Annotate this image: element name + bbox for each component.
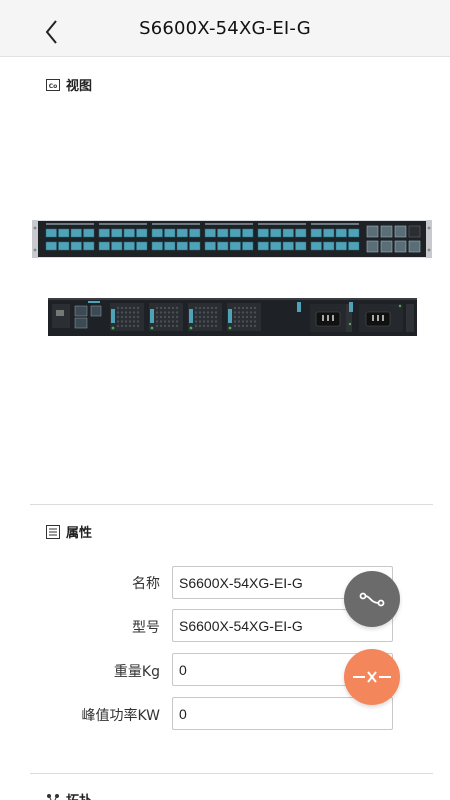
section-divider <box>30 504 433 505</box>
connect-icon <box>359 592 385 607</box>
navbar: S6600X-54XG-EI-G <box>0 0 450 57</box>
view-section-title: 视图 <box>66 79 93 94</box>
topology-icon <box>46 793 60 800</box>
disconnect-icon <box>353 671 391 683</box>
props-section-title: 属性 <box>66 526 93 541</box>
topo-section-header: 拓扑 <box>46 790 92 800</box>
list-icon <box>46 524 60 539</box>
props-section-header: 属性 <box>46 522 92 541</box>
peak-power-label: 峰值功率KW <box>81 708 160 724</box>
model-label: 型号 <box>132 620 160 636</box>
device-front-panel-image <box>32 220 432 258</box>
section-divider <box>30 773 433 774</box>
topo-section-title: 拓扑 <box>66 790 92 800</box>
svg-text:Co: Co <box>49 83 58 90</box>
connect-fab-button[interactable] <box>344 571 400 627</box>
page-title: S6600X-54XG-EI-G <box>139 18 311 39</box>
view-section-header: Co 视图 <box>46 75 92 94</box>
image-icon: Co <box>46 78 60 92</box>
weight-label: 重量Kg <box>113 664 160 680</box>
device-rear-panel-image <box>48 298 417 336</box>
name-label: 名称 <box>132 576 160 592</box>
disconnect-fab-button[interactable] <box>344 649 400 705</box>
